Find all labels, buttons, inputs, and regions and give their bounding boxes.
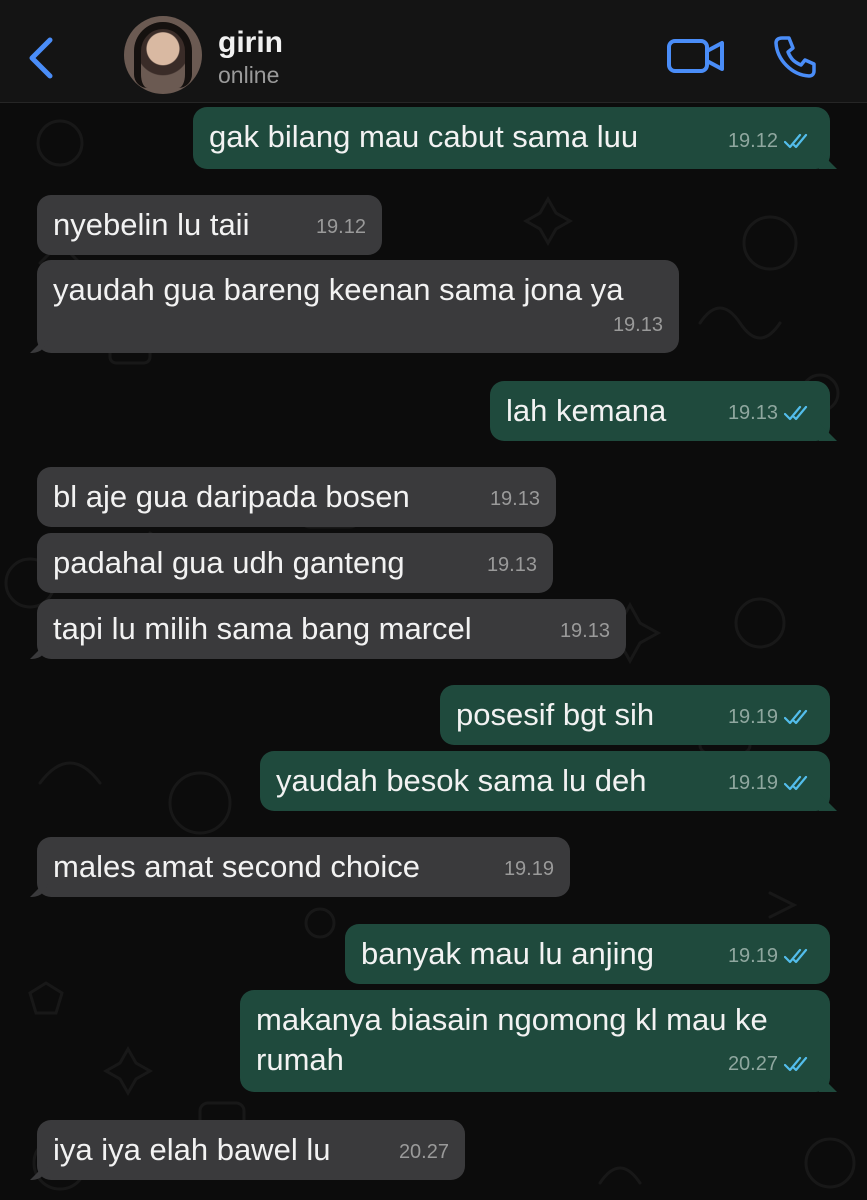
message-time: 19.13 [612,314,663,336]
video-camera-icon[interactable] [666,36,726,76]
message-time: 19.13 [727,402,778,424]
message-incoming[interactable]: males amat second choice 19.19 [37,837,570,897]
contact-name[interactable]: girin [218,26,283,60]
read-ticks-icon [784,405,808,421]
read-ticks-icon [784,1056,808,1072]
read-ticks-icon [784,709,808,725]
message-time: 19.19 [727,945,778,967]
message-incoming[interactable]: yaudah gua bareng keenan sama jona ya 19… [37,260,679,353]
message-text: padahal gua udh ganteng [53,545,405,580]
message-incoming[interactable]: tapi lu milih sama bang marcel 19.13 [37,599,626,659]
message-text: bl aje gua daripada bosen [53,479,410,514]
chevron-left-icon[interactable] [22,34,62,82]
message-outgoing[interactable]: gak bilang mau cabut sama luu 19.12 [193,107,830,169]
chat-header: girin online [0,0,867,103]
message-time: 20.27 [398,1141,449,1163]
read-ticks-icon [784,775,808,791]
message-text: iya iya elah bawel lu [53,1132,331,1167]
message-text: lah kemana [506,393,667,428]
message-outgoing[interactable]: lah kemana 19.13 [490,381,830,441]
message-time: 19.19 [503,858,554,880]
message-outgoing[interactable]: makanya biasain ngomong kl mau ke rumah … [240,990,830,1092]
message-text: yaudah gua bareng keenan sama jona ya [53,272,624,307]
message-text: posesif bgt sih [456,697,655,732]
message-incoming[interactable]: padahal gua udh ganteng 19.13 [37,533,553,593]
message-time: 19.13 [559,620,610,642]
message-text: males amat second choice [53,849,421,884]
read-ticks-icon [784,133,808,149]
message-time: 19.12 [315,216,366,238]
message-incoming[interactable]: iya iya elah bawel lu 20.27 [37,1120,465,1180]
message-outgoing[interactable]: posesif bgt sih 19.19 [440,685,830,745]
message-outgoing[interactable]: yaudah besok sama lu deh 19.19 [260,751,830,811]
message-time: 19.13 [489,488,540,510]
avatar[interactable] [124,16,202,94]
message-incoming[interactable]: bl aje gua daripada bosen 19.13 [37,467,556,527]
phone-icon[interactable] [772,34,818,80]
message-text: nyebelin lu taii [53,207,250,242]
message-time: 19.12 [727,130,778,152]
message-time: 19.19 [727,772,778,794]
message-text: yaudah besok sama lu deh [276,763,647,798]
message-list[interactable]: gak bilang mau cabut sama luu 19.12 nyeb… [0,103,867,1200]
message-text: gak bilang mau cabut sama luu [209,119,639,154]
read-ticks-icon [784,948,808,964]
message-time: 20.27 [727,1053,778,1075]
message-text: banyak mau lu anjing [361,936,654,971]
message-time: 19.19 [727,706,778,728]
contact-status: online [218,62,280,88]
message-text: tapi lu milih sama bang marcel [53,611,472,646]
message-text: makanya biasain ngomong kl mau ke rumah [256,1002,768,1077]
message-outgoing[interactable]: banyak mau lu anjing 19.19 [345,924,830,984]
message-time: 19.13 [486,554,537,576]
message-incoming[interactable]: nyebelin lu taii 19.12 [37,195,382,255]
